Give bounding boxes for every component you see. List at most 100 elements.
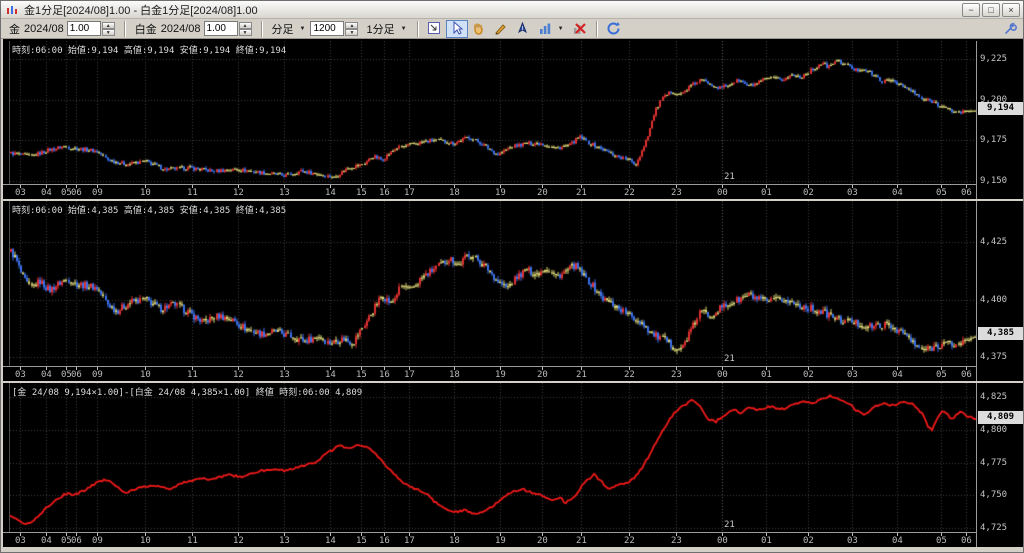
- price-tick-label: 4,775: [980, 457, 1008, 468]
- current-price-badge: 4,385: [978, 326, 1023, 340]
- time-tick-label: 04: [41, 188, 52, 198]
- time-tick-label: 11: [187, 536, 198, 546]
- minimize-button[interactable]: −: [962, 3, 980, 17]
- platinum-ratio-stepper[interactable]: ▲ ▼: [238, 21, 252, 36]
- settings-wrench-icon[interactable]: [1003, 22, 1017, 36]
- time-tick-label: 02: [803, 370, 814, 380]
- time-tick-label: 11: [187, 370, 198, 380]
- time-tick-label: 02: [803, 188, 814, 198]
- platinum-time-axis[interactable]: 03 04 05 06 09 10 11 12 13 14 15 16 17 18 19 20 21 22 23 00…: [3, 366, 976, 381]
- delete-drawing-button[interactable]: [569, 20, 591, 38]
- time-tick-label: 01: [761, 370, 772, 380]
- toolbar-separator: [595, 20, 598, 37]
- bar-count-input[interactable]: [310, 21, 345, 36]
- pen-tool-button[interactable]: [512, 20, 534, 38]
- time-tick-label: 18: [449, 536, 460, 546]
- price-tick-label: 4,375: [980, 351, 1008, 362]
- select-tool-button[interactable]: [445, 19, 468, 38]
- chart-area: 時刻:06:00 始値:9,194 高値:9,194 安値:9,194 終値:9…: [3, 39, 1023, 547]
- gold-ratio-input[interactable]: [66, 21, 101, 36]
- time-tick-label: 13: [279, 536, 290, 546]
- time-tick-label: 06: [71, 370, 82, 380]
- price-tick-label: 9,225: [980, 53, 1008, 64]
- time-tick-label: 02: [803, 536, 814, 546]
- chevron-down-icon[interactable]: ▼: [300, 26, 306, 32]
- gold-chart-plot[interactable]: [10, 41, 976, 184]
- time-tick-label: 23: [671, 188, 682, 198]
- platinum-quote-readout: 時刻:06:00 始値:4,385 高値:4,385 安値:4,385 終値:4…: [12, 206, 287, 216]
- time-tick-label: 03: [847, 370, 858, 380]
- time-tick-label: 06: [961, 188, 972, 198]
- date-change-label: 21: [723, 172, 735, 182]
- time-tick-label: 20: [537, 188, 548, 198]
- time-tick-label: 00: [717, 370, 728, 380]
- bar-count-stepper[interactable]: ▲ ▼: [345, 21, 359, 36]
- platinum-chart-plot[interactable]: [10, 201, 976, 366]
- current-price-badge: 4,809: [978, 411, 1023, 425]
- time-tick-label: 01: [761, 188, 772, 198]
- chevron-down-icon[interactable]: ▼: [401, 26, 407, 32]
- time-tick-label: 10: [140, 536, 151, 546]
- time-tick-label: 19: [495, 536, 506, 546]
- price-tick-label: 4,425: [980, 237, 1008, 248]
- toolbar-separator: [123, 20, 126, 37]
- time-tick-label: 23: [671, 536, 682, 546]
- time-tick-label: 01: [761, 536, 772, 546]
- close-button[interactable]: ×: [1002, 3, 1020, 17]
- pan-tool-button[interactable]: [468, 20, 490, 38]
- time-tick-label: 05: [936, 370, 947, 380]
- time-tick-label: 18: [449, 188, 460, 198]
- bar-type-dropdown[interactable]: 分足: [272, 21, 294, 37]
- app-icon: [7, 5, 17, 14]
- time-tick-label: 10: [140, 370, 151, 380]
- spread-time-axis[interactable]: 03 04 05 06 09 10 11 12 13 14 15 16 17 18 19 20 21 22 23 00…: [3, 532, 976, 547]
- platinum-ratio-input[interactable]: [203, 21, 238, 36]
- chevron-down-icon[interactable]: ▼: [558, 26, 564, 32]
- spread-formula-readout: [金 24/08 9,194×1.00]-[白金 24/08 4,385×1.0…: [12, 388, 363, 398]
- time-tick-label: 21: [576, 188, 587, 198]
- price-tick-label: 4,725: [980, 523, 1008, 534]
- platinum-price-axis[interactable]: 4,425 4,400 4,375 4,385: [976, 201, 1023, 381]
- pencil-tool-button[interactable]: [490, 20, 512, 38]
- bar-interval-dropdown[interactable]: 1分足: [366, 21, 394, 37]
- time-tick-label: 06: [71, 536, 82, 546]
- measure-tool-button[interactable]: [424, 20, 446, 38]
- gold-label: 金: [9, 23, 20, 36]
- time-tick-label: 12: [233, 370, 244, 380]
- time-tick-label: 20: [537, 536, 548, 546]
- spread-chart-plot[interactable]: [10, 383, 976, 532]
- time-tick-label: 03: [15, 188, 26, 198]
- title-bar[interactable]: 金1分足[2024/08]1.00 - 白金1分足[2024/08]1.00 −…: [1, 1, 1023, 19]
- time-tick-label: 09: [92, 188, 103, 198]
- time-tick-label: 20: [537, 370, 548, 380]
- plot-left-axis-line: [9, 383, 10, 532]
- platinum-month: 2024/08: [160, 22, 201, 35]
- gold-time-axis[interactable]: 03 04 05 06 09 10 11 12 13 14 15 16 17 18 19 20 21 22 23 00…: [3, 184, 976, 199]
- time-tick-label: 19: [495, 370, 506, 380]
- date-change-label: 21: [723, 520, 735, 530]
- time-tick-label: 14: [325, 536, 336, 546]
- measure-icon: [428, 22, 441, 34]
- maximize-button[interactable]: □: [982, 3, 1000, 17]
- time-tick-label: 00: [717, 536, 728, 546]
- refresh-button[interactable]: [603, 20, 625, 38]
- time-tick-label: 12: [233, 188, 244, 198]
- gold-ratio-stepper[interactable]: ▲ ▼: [101, 21, 115, 36]
- time-tick-label: 12: [233, 536, 244, 546]
- time-tick-label: 03: [847, 536, 858, 546]
- time-tick-label: 11: [187, 188, 198, 198]
- window-title: 金1分足[2024/08]1.00 - 白金1分足[2024/08]1.00: [24, 4, 258, 17]
- time-tick-label: 03: [847, 188, 858, 198]
- chart-type-button[interactable]: [534, 20, 556, 38]
- gold-price-axis[interactable]: 9,225 9,200 9,175 9,150 9,194: [976, 41, 1023, 199]
- cursor-icon: [453, 21, 463, 35]
- toolbar-separator: [416, 20, 419, 37]
- time-tick-label: 17: [404, 536, 415, 546]
- time-tick-label: 04: [41, 370, 52, 380]
- spread-price-axis[interactable]: 4,825 4,800 4,775 4,750 4,725 4,809: [976, 383, 1023, 547]
- time-tick-label: 05: [936, 536, 947, 546]
- time-tick-label: 09: [92, 370, 103, 380]
- gold-month: 2024/08: [24, 22, 64, 35]
- toolbar-separator: [260, 20, 263, 37]
- time-tick-label: 05: [936, 188, 947, 198]
